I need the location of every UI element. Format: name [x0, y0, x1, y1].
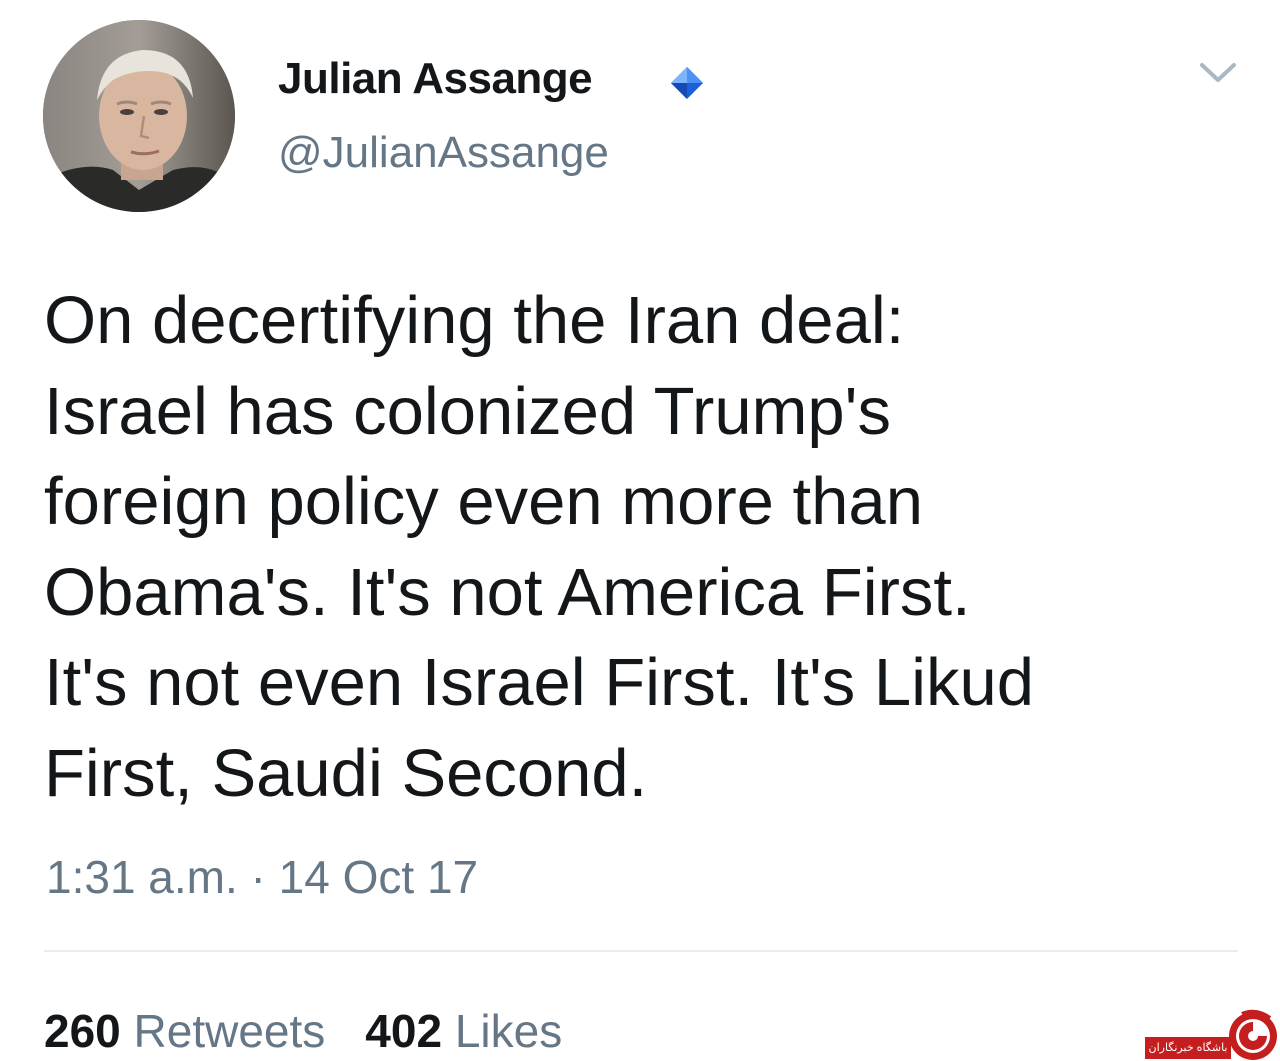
- watermark-text: باشگاه خبرنگاران: [1145, 1037, 1231, 1059]
- tweet-line: Obama's. It's not America First.: [44, 554, 971, 630]
- verified-badge-icon: [671, 67, 703, 99]
- likes-count: 402: [365, 1005, 443, 1057]
- news-agency-logo-icon: [1229, 1009, 1277, 1060]
- tweet-line: foreign policy even more than: [44, 464, 923, 539]
- tweet-text: On decertifying the Iran deal: Israel ha…: [44, 276, 1244, 819]
- retweets-stat[interactable]: 260 Retweets: [44, 1005, 325, 1057]
- retweets-count: 260: [44, 1005, 121, 1057]
- engagement-stats: 260 Retweets 402 Likes: [44, 1004, 602, 1058]
- display-name[interactable]: Julian Assange: [278, 54, 593, 104]
- retweets-label: Retweets: [133, 1005, 326, 1057]
- avatar[interactable]: [43, 20, 235, 212]
- tweet-line: Israel has colonized Trump's: [44, 373, 891, 449]
- profile-photo: [43, 20, 235, 212]
- tweet-timestamp[interactable]: 1:31 a.m. · 14 Oct 17: [46, 850, 478, 904]
- likes-stat[interactable]: 402 Likes: [365, 1005, 562, 1057]
- divider: [44, 950, 1238, 952]
- tweet-line: First, Saudi Second.: [44, 735, 648, 811]
- tweet-line: On decertifying the Iran deal:: [44, 283, 905, 358]
- likes-label: Likes: [454, 1005, 563, 1057]
- tweet-line: It's not even Israel First. It's Likud: [44, 645, 1035, 720]
- user-handle[interactable]: @JulianAssange: [278, 128, 609, 178]
- chevron-down-icon[interactable]: [1196, 56, 1240, 90]
